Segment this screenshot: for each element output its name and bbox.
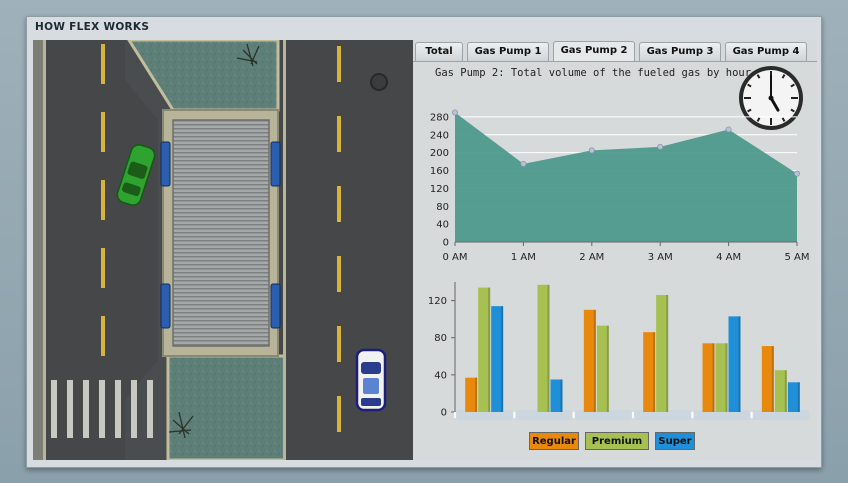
- y-tick-label: 40: [436, 220, 449, 231]
- reports-panel: Total Gas Pump 1 Gas Pump 2 Gas Pump 3 G…: [413, 40, 817, 460]
- bar-shade: [488, 287, 491, 412]
- x-tick-label: 3 AM: [648, 252, 673, 260]
- tabs-underline: [413, 61, 817, 62]
- tab-gas-pump-2[interactable]: Gas Pump 2: [553, 41, 635, 62]
- area-chart: 0 40 80 120 160 200 240 280 0 AM 1 AM 2 AM 3 AM 4 AM…: [430, 109, 810, 260]
- x-tick-label: 1 AM: [511, 252, 536, 260]
- bar-shade: [606, 325, 609, 412]
- police-car-icon[interactable]: [355, 348, 387, 412]
- bar-shade: [547, 284, 550, 412]
- panel: HOW FLEX WORKS Total Gas Pump 1 Gas Pump…: [26, 16, 822, 468]
- x-tick-label: 2 AM: [579, 252, 604, 260]
- bar-shade: [725, 343, 728, 412]
- area-series: [455, 112, 797, 242]
- tab-gas-pump-4[interactable]: Gas Pump 4: [725, 42, 807, 61]
- y-tick-label: 80: [436, 202, 449, 213]
- area-point: [452, 109, 459, 116]
- area-point: [725, 126, 732, 133]
- y-tick-label: 120: [428, 296, 447, 307]
- bar-shade: [560, 379, 563, 412]
- bar-chart: 040801200 AM1 AM2 AM3 AM4 AM5 AM: [428, 282, 810, 420]
- x-tick-label: 5 AM: [784, 252, 809, 260]
- y-tick-label: 0: [441, 408, 447, 419]
- station-canopy: [172, 119, 270, 347]
- tab-gas-pump-1[interactable]: Gas Pump 1: [467, 42, 549, 61]
- panel-title: HOW FLEX WORKS: [35, 21, 150, 33]
- bar-shade: [475, 377, 478, 412]
- manhole-icon: [370, 73, 388, 91]
- x-tick-label: 0 AM: [442, 252, 467, 260]
- y-tick-label: 80: [434, 333, 447, 344]
- bar-shade: [653, 332, 656, 412]
- y-tick-label: 40: [434, 370, 447, 381]
- y-tick-label: 0: [443, 238, 449, 249]
- bar-shade: [666, 295, 669, 412]
- road-scene: [33, 40, 413, 460]
- area-point: [520, 160, 527, 167]
- area-point: [588, 147, 595, 154]
- bar-shade: [712, 343, 715, 412]
- area-point: [793, 170, 800, 177]
- y-tick-label: 280: [430, 112, 449, 123]
- bar-shade: [771, 346, 774, 412]
- legend-super: Super: [655, 432, 695, 450]
- bar-shade: [738, 316, 741, 412]
- y-tick-label: 200: [430, 148, 449, 159]
- legend-premium: Premium: [585, 432, 649, 450]
- y-tick-label: 160: [430, 166, 449, 177]
- tab-gas-pump-3[interactable]: Gas Pump 3: [639, 42, 721, 61]
- simulation-view: [33, 40, 413, 460]
- tab-total[interactable]: Total: [415, 42, 463, 61]
- x-tick-label: 4 AM: [716, 252, 741, 260]
- y-tick-label: 240: [430, 130, 449, 141]
- bar-shade: [593, 309, 596, 412]
- bar-shade: [501, 306, 504, 412]
- legend-regular: Regular: [529, 432, 579, 450]
- bar-shade: [784, 370, 787, 412]
- y-tick-label: 120: [430, 184, 449, 195]
- bar-shade: [797, 382, 800, 412]
- area-point: [657, 143, 664, 150]
